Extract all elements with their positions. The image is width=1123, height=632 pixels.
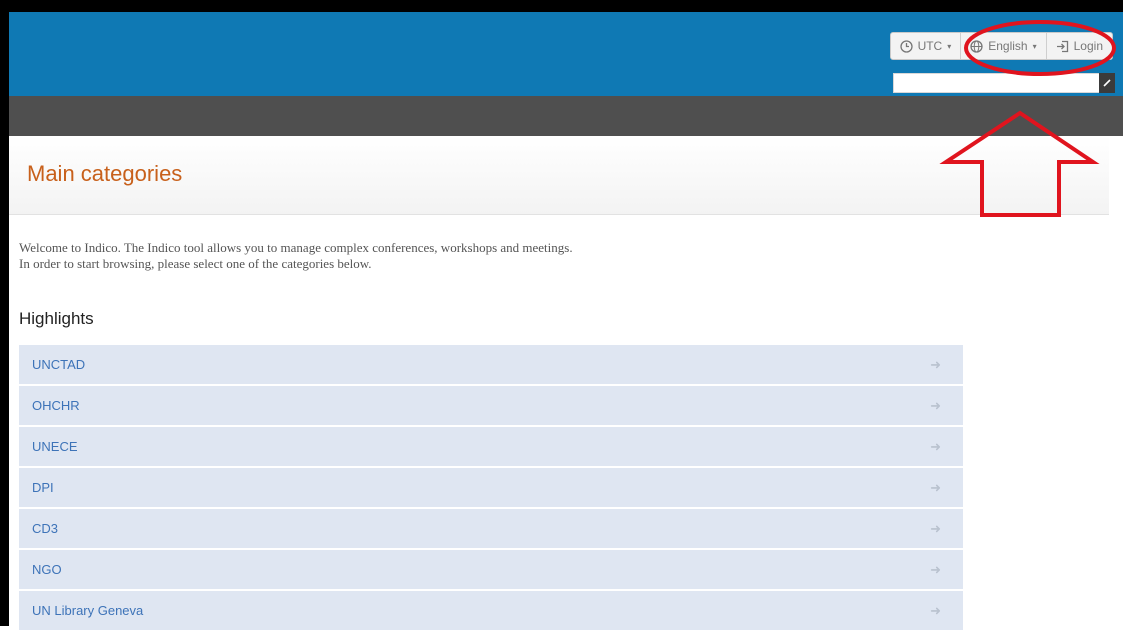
- login-icon: [1056, 40, 1068, 52]
- timezone-selector[interactable]: UTC ▾: [891, 33, 962, 59]
- welcome-text: Welcome to Indico. The Indico tool allow…: [19, 240, 573, 272]
- arrow-right-icon: ➜: [930, 356, 941, 372]
- screenshot-border-left: [0, 0, 9, 626]
- arrow-right-icon: ➜: [930, 438, 941, 454]
- login-button[interactable]: Login: [1047, 33, 1112, 59]
- category-label: CD3: [32, 521, 59, 536]
- globe-icon: [970, 39, 983, 53]
- clock-icon: [899, 39, 913, 53]
- main-navbar: [9, 96, 1123, 136]
- page-title-band: Main categories: [9, 136, 1109, 215]
- highlights-heading: Highlights: [19, 309, 94, 328]
- category-label: DPI: [32, 480, 54, 495]
- arrow-right-icon: ➜: [930, 602, 941, 618]
- login-label: Login: [1073, 39, 1103, 53]
- browser-viewport: UTC ▾ English ▾ Login Main categories We…: [0, 0, 1123, 630]
- arrow-right-icon: ➜: [930, 561, 941, 577]
- screenshot-border-top: [0, 0, 1123, 12]
- category-item-dpi[interactable]: DPI ➜: [19, 468, 963, 507]
- language-selector[interactable]: English ▾: [961, 33, 1047, 59]
- category-item-un-library-geneva[interactable]: UN Library Geneva ➜: [19, 591, 963, 630]
- search-button[interactable]: [1099, 73, 1115, 93]
- page-title: Main categories: [27, 161, 183, 186]
- welcome-line-1: Welcome to Indico. The Indico tool allow…: [19, 240, 573, 255]
- category-label: UN Library Geneva: [32, 603, 144, 618]
- language-label: English: [988, 39, 1028, 53]
- category-item-ohchr[interactable]: OHCHR ➜: [19, 386, 963, 425]
- arrow-right-icon: ➜: [930, 520, 941, 536]
- category-item-unctad[interactable]: UNCTAD ➜: [19, 345, 963, 384]
- category-item-ngo[interactable]: NGO ➜: [19, 550, 963, 589]
- arrow-right-icon: ➜: [930, 479, 941, 495]
- search-icon: [1103, 79, 1111, 87]
- welcome-line-2: In order to start browsing, please selec…: [19, 256, 372, 271]
- category-list: UNCTAD ➜ OHCHR ➜ UNECE ➜ DPI ➜ CD3 ➜ NGO…: [19, 345, 963, 632]
- chevron-down-icon: ▾: [947, 41, 952, 51]
- timezone-label: UTC: [917, 39, 943, 53]
- site-header: UTC ▾ English ▾ Login: [9, 12, 1123, 96]
- category-label: NGO: [32, 562, 62, 577]
- category-label: OHCHR: [32, 398, 80, 413]
- search-input[interactable]: [893, 73, 1101, 93]
- category-label: UNCTAD: [32, 357, 86, 372]
- arrow-right-icon: ➜: [930, 397, 941, 413]
- category-item-cd3[interactable]: CD3 ➜: [19, 509, 963, 548]
- category-label: UNECE: [32, 439, 78, 454]
- header-toolbar: UTC ▾ English ▾ Login: [889, 32, 1113, 60]
- category-item-unece[interactable]: UNECE ➜: [19, 427, 963, 466]
- chevron-down-icon: ▾: [1032, 41, 1037, 51]
